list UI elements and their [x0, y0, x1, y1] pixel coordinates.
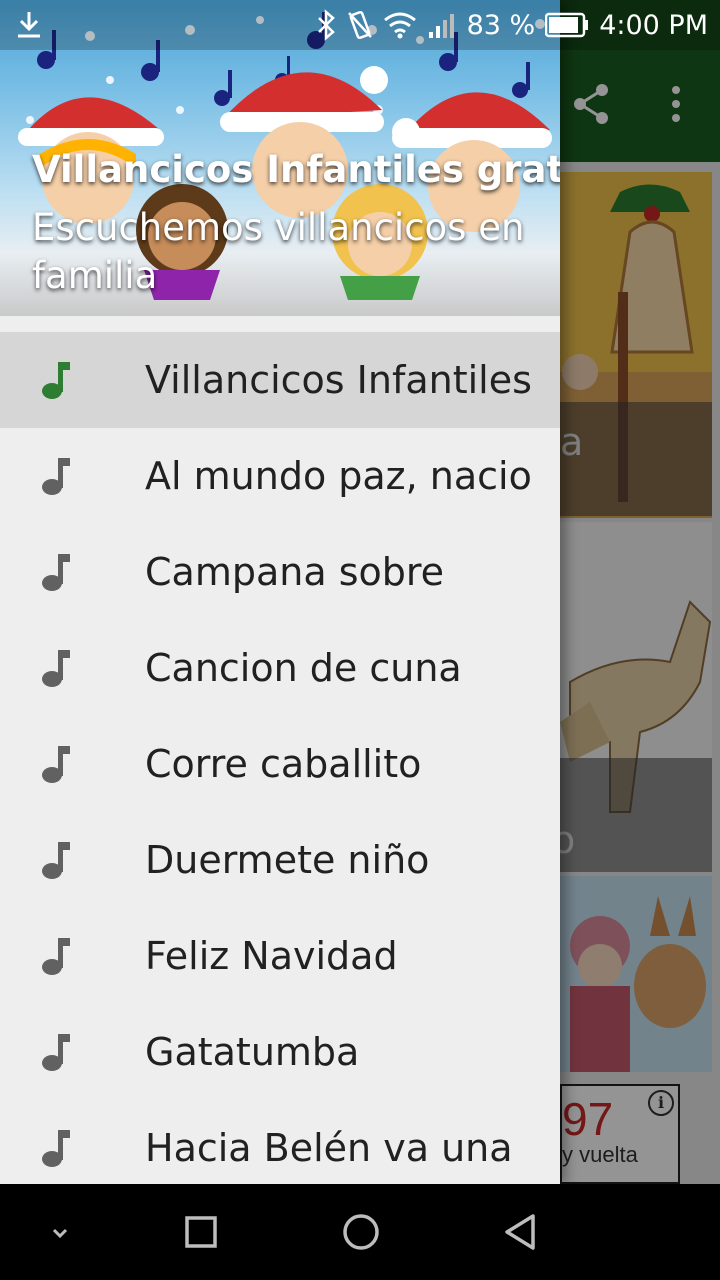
chevron-down-icon[interactable]: [36, 1208, 84, 1256]
menu-item-al-mundo-paz[interactable]: Al mundo paz, nacio: [0, 428, 560, 524]
menu-item-label: Corre caballito: [145, 742, 422, 786]
recents-icon[interactable]: [177, 1208, 225, 1256]
menu-item-label: Feliz Navidad: [145, 934, 398, 978]
music-note-icon: [42, 1034, 70, 1071]
home-icon[interactable]: [337, 1208, 385, 1256]
menu-item-label: Al mundo paz, nacio: [145, 454, 532, 498]
music-note-icon: [42, 458, 70, 495]
menu-item-gatatumba[interactable]: Gatatumba: [0, 1004, 560, 1100]
menu-item-label: Gatatumba: [145, 1030, 360, 1074]
drawer-menu: Villancicos Infantiles Al mundo paz, nac…: [0, 332, 560, 1184]
menu-item-duermete-nino[interactable]: Duermete niño: [0, 812, 560, 908]
menu-item-villancicos-infantiles[interactable]: Villancicos Infantiles: [0, 332, 560, 428]
wifi-icon: [383, 12, 416, 39]
menu-item-campana-sobre[interactable]: Campana sobre: [0, 524, 560, 620]
battery-percent: 83 %: [466, 9, 536, 41]
music-note-icon: [42, 650, 70, 687]
menu-item-cancion-de-cuna[interactable]: Cancion de cuna: [0, 620, 560, 716]
back-icon[interactable]: [497, 1208, 545, 1256]
menu-item-corre-caballito[interactable]: Corre caballito: [0, 716, 560, 812]
drawer-subtitle: Escuchemos villancicos en familia: [32, 206, 525, 297]
status-bar: 83 % 4:00 PM: [0, 0, 720, 50]
status-icons: 83 % 4:00 PM: [315, 0, 708, 50]
menu-item-hacia-belen[interactable]: Hacia Belén va una: [0, 1100, 560, 1184]
music-note-icon: [42, 1130, 70, 1167]
bluetooth-icon: [317, 9, 335, 41]
system-nav-bar: [0, 1184, 720, 1280]
menu-item-label: Campana sobre: [145, 550, 445, 594]
battery-icon: [545, 12, 589, 38]
music-note-icon: [42, 938, 70, 975]
menu-item-label: Duermete niño: [145, 838, 430, 882]
signal-icon: [428, 14, 454, 38]
drawer-title: Villancicos Infantiles gratis: [32, 148, 560, 191]
download-icon: [18, 12, 40, 38]
music-note-icon: [42, 362, 70, 399]
menu-item-label: Hacia Belén va una: [145, 1126, 513, 1170]
menu-item-label: Villancicos Infantiles: [145, 358, 532, 402]
menu-item-label: Cancion de cuna: [145, 646, 462, 690]
vibrate-icon: [347, 10, 372, 40]
clock: 4:00 PM: [599, 9, 708, 41]
music-note-icon: [42, 554, 70, 591]
navigation-drawer: Villancicos Infantiles gratis Escuchemos…: [0, 0, 560, 1184]
music-note-icon: [42, 842, 70, 879]
music-note-icon: [42, 746, 70, 783]
menu-item-feliz-navidad[interactable]: Feliz Navidad: [0, 908, 560, 1004]
